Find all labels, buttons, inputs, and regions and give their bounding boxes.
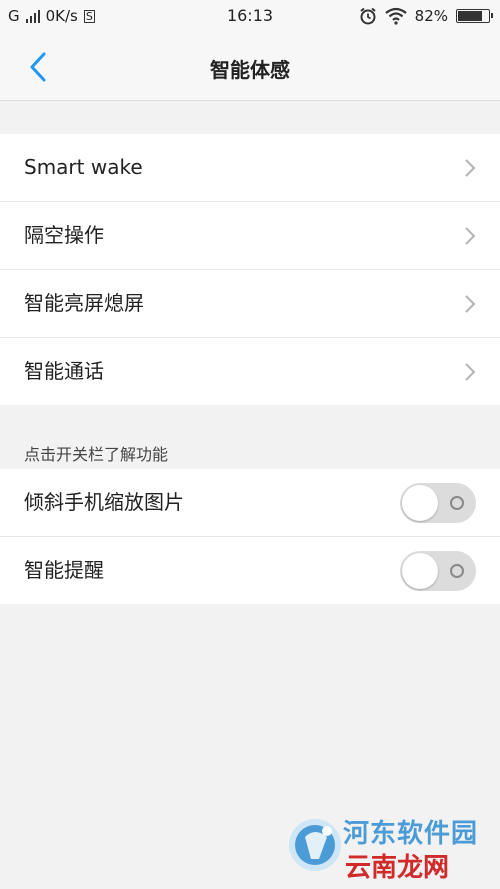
- menu-item-label: 智能通话: [24, 359, 104, 383]
- switch-off-indicator: [450, 496, 464, 510]
- toggle-group: 倾斜手机缩放图片 智能提醒: [0, 469, 500, 604]
- battery-icon: [456, 9, 493, 23]
- page-title: 智能体感: [210, 58, 290, 82]
- app-header: 智能体感: [0, 34, 500, 101]
- wifi-icon: [384, 7, 407, 25]
- menu-item-label: Smart wake: [24, 155, 143, 179]
- switch-knob: [402, 485, 438, 521]
- menu-item-smart-wake[interactable]: Smart wake: [0, 134, 500, 202]
- smart-reminder-switch[interactable]: [400, 551, 476, 591]
- watermark-text-1: 河东软件园: [343, 819, 479, 849]
- toggle-label: 倾斜手机缩放图片: [24, 490, 184, 514]
- menu-item-smart-call[interactable]: 智能通话: [0, 338, 500, 405]
- switch-knob: [402, 553, 438, 589]
- chevron-right-icon: [465, 295, 476, 313]
- chevron-right-icon: [465, 227, 476, 245]
- menu-item-smart-screen[interactable]: 智能亮屏熄屏: [0, 270, 500, 338]
- tilt-zoom-switch[interactable]: [400, 483, 476, 523]
- chevron-right-icon: [465, 159, 476, 177]
- menu-item-air-gesture[interactable]: 隔空操作: [0, 202, 500, 270]
- menu-item-label: 智能亮屏熄屏: [24, 291, 144, 315]
- watermark: 河东软件园 云南龙网 .cn: [287, 811, 492, 883]
- battery-percent: 82%: [414, 7, 448, 25]
- toggle-label: 智能提醒: [24, 558, 104, 582]
- toggle-row-tilt-zoom[interactable]: 倾斜手机缩放图片: [0, 469, 500, 537]
- watermark-sub: .cn: [429, 859, 448, 873]
- chevron-right-icon: [465, 363, 476, 381]
- status-right: 82%: [359, 7, 493, 25]
- watermark-logo-icon: [289, 819, 341, 871]
- menu-item-label: 隔空操作: [24, 223, 104, 247]
- switch-off-indicator: [450, 564, 464, 578]
- battery-fill: [458, 11, 483, 21]
- section-hint: 点击开关栏了解功能: [24, 445, 169, 464]
- status-bar: G 0K/s S 16:13 82%: [0, 0, 500, 34]
- menu-group: Smart wake 隔空操作 智能亮屏熄屏 智能通话: [0, 134, 500, 405]
- toggle-row-smart-reminder[interactable]: 智能提醒: [0, 537, 500, 604]
- alarm-icon: [360, 7, 376, 25]
